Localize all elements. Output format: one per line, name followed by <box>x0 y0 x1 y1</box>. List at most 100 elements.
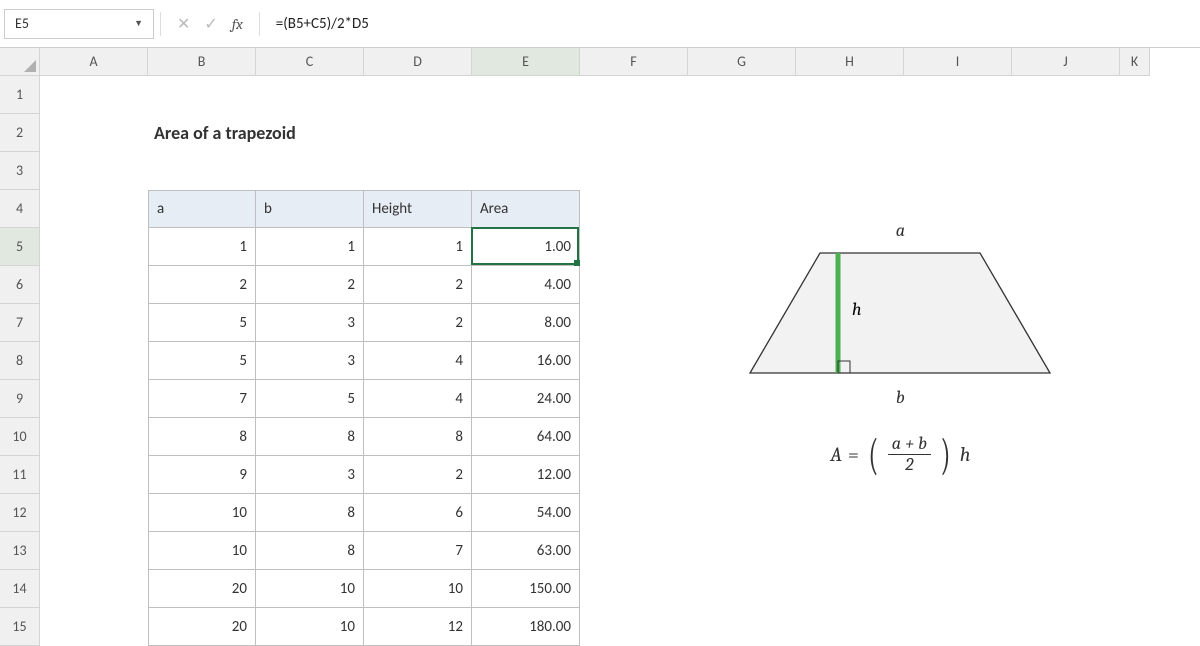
row-header[interactable]: 6 <box>0 266 40 304</box>
empty-cell[interactable] <box>40 418 148 456</box>
column-header[interactable]: E <box>472 48 580 76</box>
empty-cell[interactable] <box>904 608 1012 646</box>
empty-cell[interactable] <box>688 570 796 608</box>
empty-cell[interactable] <box>580 190 688 228</box>
empty-cell[interactable] <box>580 608 688 646</box>
row-header[interactable]: 10 <box>0 418 40 456</box>
empty-cell[interactable] <box>1012 532 1120 570</box>
table-cell[interactable]: 54.00 <box>472 494 580 532</box>
empty-cell[interactable] <box>1120 418 1150 456</box>
empty-cell[interactable] <box>40 152 148 190</box>
empty-cell[interactable] <box>40 570 148 608</box>
column-header[interactable]: G <box>688 48 796 76</box>
table-cell[interactable]: 10 <box>148 494 256 532</box>
row-header[interactable]: 8 <box>0 342 40 380</box>
empty-cell[interactable] <box>580 304 688 342</box>
empty-cell[interactable] <box>364 76 472 114</box>
empty-cell[interactable] <box>40 228 148 266</box>
row-header[interactable]: 2 <box>0 114 40 152</box>
row-header[interactable]: 3 <box>0 152 40 190</box>
column-header[interactable]: C <box>256 48 364 76</box>
table-cell[interactable]: 8 <box>148 418 256 456</box>
empty-cell[interactable] <box>796 494 904 532</box>
empty-cell[interactable] <box>1012 608 1120 646</box>
empty-cell[interactable] <box>580 380 688 418</box>
empty-cell[interactable] <box>472 152 580 190</box>
table-cell[interactable]: 20 <box>148 608 256 646</box>
empty-cell[interactable] <box>796 608 904 646</box>
cancel-icon[interactable]: ✕ <box>177 14 190 34</box>
column-header[interactable]: H <box>796 48 904 76</box>
table-cell[interactable]: 10 <box>364 570 472 608</box>
empty-cell[interactable] <box>1120 570 1150 608</box>
table-cell[interactable]: 150.00 <box>472 570 580 608</box>
table-cell[interactable]: 2 <box>256 266 364 304</box>
empty-cell[interactable] <box>580 456 688 494</box>
row-header[interactable]: 4 <box>0 190 40 228</box>
table-cell[interactable]: 64.00 <box>472 418 580 456</box>
table-cell[interactable]: 5 <box>148 342 256 380</box>
empty-cell[interactable] <box>1120 532 1150 570</box>
table-cell[interactable]: 180.00 <box>472 608 580 646</box>
table-cell[interactable]: 6 <box>364 494 472 532</box>
empty-cell[interactable] <box>904 494 1012 532</box>
empty-cell[interactable] <box>796 532 904 570</box>
table-cell[interactable]: 4 <box>364 380 472 418</box>
empty-cell[interactable] <box>40 608 148 646</box>
table-cell[interactable]: 12 <box>364 608 472 646</box>
empty-cell[interactable] <box>40 114 148 152</box>
table-cell[interactable]: 2 <box>364 266 472 304</box>
empty-cell[interactable] <box>1120 114 1150 152</box>
empty-cell[interactable] <box>364 152 472 190</box>
table-cell[interactable]: 7 <box>364 532 472 570</box>
table-cell[interactable]: 10 <box>256 570 364 608</box>
empty-cell[interactable] <box>688 114 796 152</box>
empty-cell[interactable] <box>904 76 1012 114</box>
table-cell[interactable]: 2 <box>364 456 472 494</box>
table-cell[interactable]: 10 <box>148 532 256 570</box>
table-cell[interactable]: 10 <box>256 608 364 646</box>
empty-cell[interactable] <box>40 532 148 570</box>
table-cell[interactable]: 12.00 <box>472 456 580 494</box>
row-header[interactable]: 14 <box>0 570 40 608</box>
table-cell[interactable]: 8 <box>256 494 364 532</box>
empty-cell[interactable] <box>40 190 148 228</box>
empty-cell[interactable] <box>1120 342 1150 380</box>
row-header[interactable]: 15 <box>0 608 40 646</box>
empty-cell[interactable] <box>1012 76 1120 114</box>
empty-cell[interactable] <box>580 76 688 114</box>
column-header[interactable]: J <box>1012 48 1120 76</box>
empty-cell[interactable] <box>688 532 796 570</box>
select-all-corner[interactable] <box>0 48 40 76</box>
empty-cell[interactable] <box>40 304 148 342</box>
table-cell[interactable]: 2 <box>364 304 472 342</box>
row-header[interactable]: 1 <box>0 76 40 114</box>
empty-cell[interactable] <box>1012 570 1120 608</box>
empty-cell[interactable] <box>1120 494 1150 532</box>
empty-cell[interactable] <box>40 342 148 380</box>
empty-cell[interactable] <box>40 76 148 114</box>
formula-input[interactable]: =(B5+C5)/2*D5 <box>266 9 1196 39</box>
empty-cell[interactable] <box>40 494 148 532</box>
table-cell[interactable]: 24.00 <box>472 380 580 418</box>
table-cell[interactable]: 5 <box>256 380 364 418</box>
row-header[interactable]: 7 <box>0 304 40 342</box>
empty-cell[interactable] <box>364 114 472 152</box>
empty-cell[interactable] <box>148 152 256 190</box>
empty-cell[interactable] <box>1120 456 1150 494</box>
empty-cell[interactable] <box>256 76 364 114</box>
empty-cell[interactable] <box>1120 190 1150 228</box>
enter-icon[interactable]: ✓ <box>204 14 217 34</box>
column-header[interactable]: F <box>580 48 688 76</box>
empty-cell[interactable] <box>796 152 904 190</box>
empty-cell[interactable] <box>40 380 148 418</box>
empty-cell[interactable] <box>1120 304 1150 342</box>
empty-cell[interactable] <box>580 570 688 608</box>
table-cell[interactable]: 63.00 <box>472 532 580 570</box>
row-header[interactable]: 13 <box>0 532 40 570</box>
empty-cell[interactable] <box>1120 266 1150 304</box>
table-cell[interactable]: 1 <box>148 228 256 266</box>
empty-cell[interactable] <box>1120 380 1150 418</box>
empty-cell[interactable] <box>40 456 148 494</box>
table-cell[interactable]: 3 <box>256 304 364 342</box>
